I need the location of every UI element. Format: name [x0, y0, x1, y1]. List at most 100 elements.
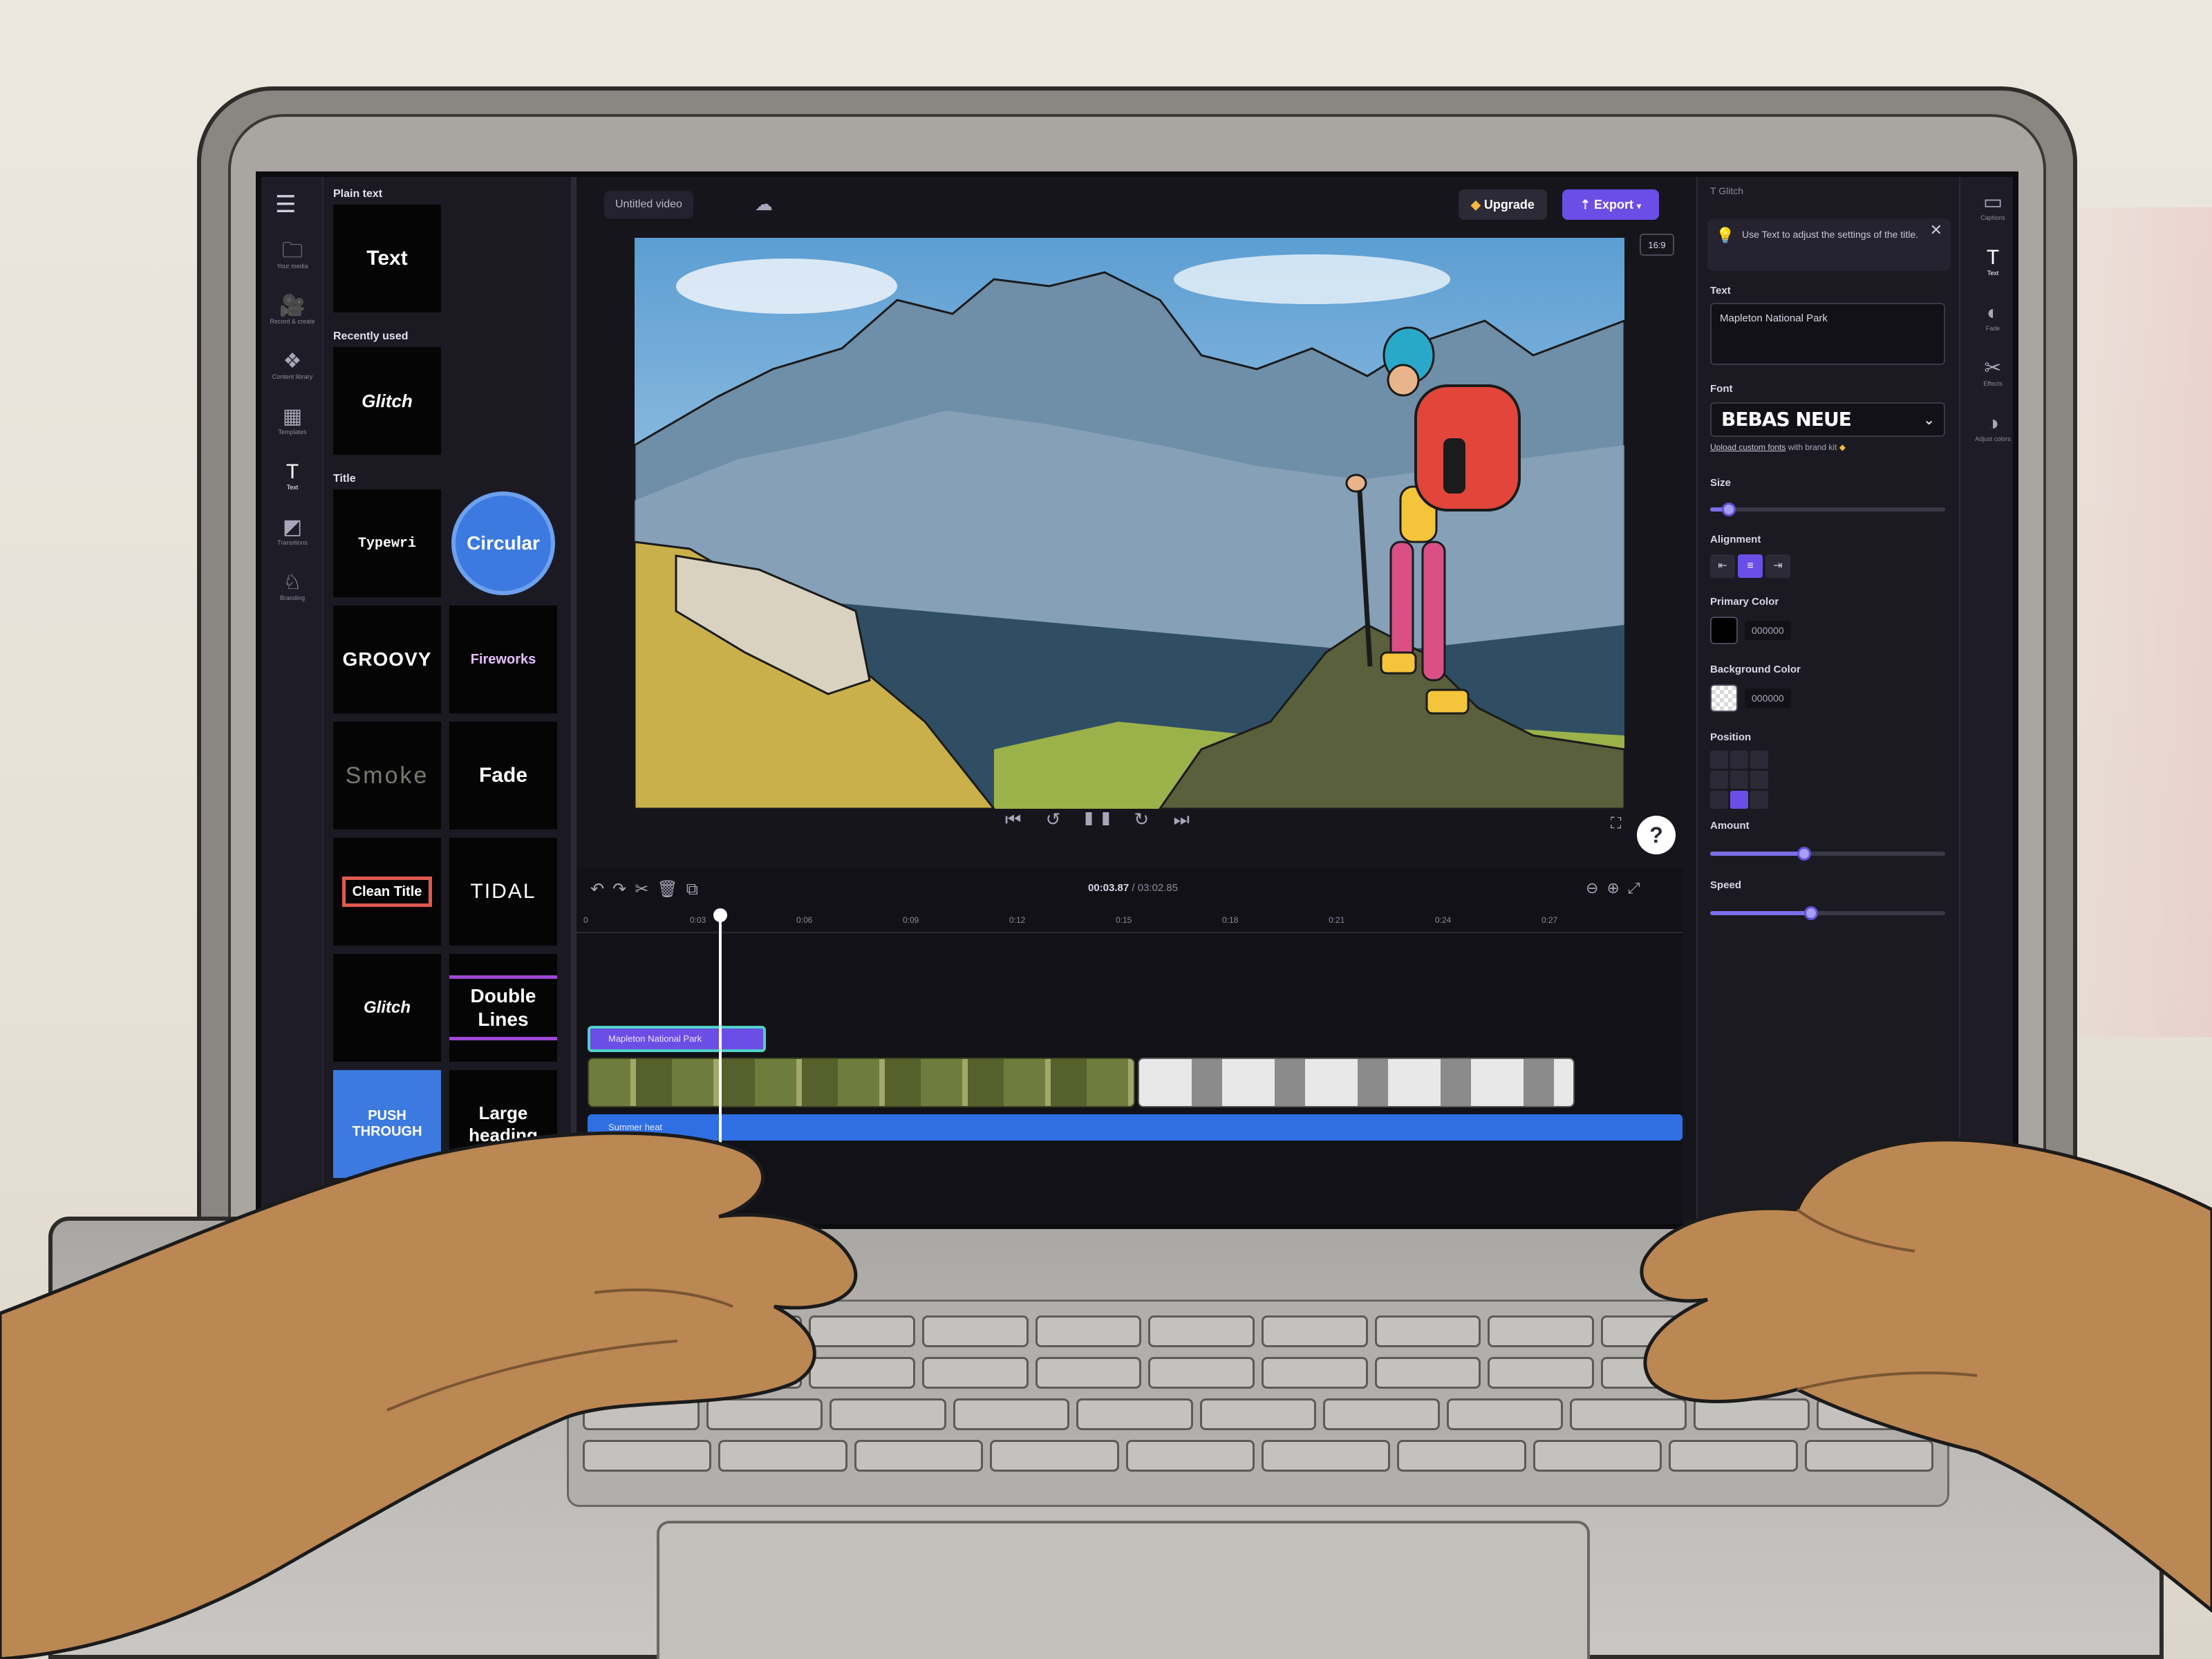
rail-item-text-props[interactable]: T Text [1969, 246, 2013, 277]
position-cell-selected[interactable] [1730, 791, 1748, 809]
section-heading-title: Title [333, 473, 356, 485]
title-tile-double-lines[interactable]: Double Lines [449, 954, 557, 1062]
ruler-tick: 0:06 [796, 915, 813, 925]
title-tile-groovy[interactable]: GROOVY [333, 606, 441, 713]
help-button[interactable]: ? [1637, 816, 1676, 854]
rail-item-content-library[interactable]: ❖ Content library [268, 350, 317, 381]
title-tile-circular[interactable]: Circular [449, 489, 557, 597]
rail-item-transitions[interactable]: ◩ Transitions [268, 516, 317, 547]
upgrade-label: Upgrade [1483, 198, 1535, 212]
title-tile-smoke[interactable]: Smoke [333, 722, 441, 830]
video-preview[interactable] [635, 238, 1624, 809]
text-label: Text [1710, 285, 1731, 297]
aspect-ratio-button[interactable]: 16:9 [1640, 234, 1674, 256]
rail-label: Content library [272, 373, 313, 380]
templates-icon: ▦ [282, 405, 303, 428]
rail-item-captions[interactable]: ▭ Captions [1969, 191, 2013, 222]
project-title[interactable]: Untitled video [604, 191, 693, 218]
alignment-label: Alignment [1710, 534, 1761, 545]
position-cell[interactable] [1750, 791, 1768, 809]
fit-icon[interactable]: ⤢ [1628, 879, 1649, 897]
position-cell[interactable] [1750, 751, 1768, 769]
delete-icon[interactable]: 🗑 [657, 880, 686, 899]
upgrade-button[interactable]: ◆ Upgrade [1459, 189, 1547, 220]
title-tile-fireworks[interactable]: Fireworks [449, 606, 557, 713]
position-cell[interactable] [1730, 771, 1748, 789]
zoom-out-icon[interactable]: ⊖ [1586, 879, 1606, 897]
rail-item-text[interactable]: T Text [268, 460, 317, 491]
rail-item-fade[interactable]: ◐ Fade [1969, 301, 2013, 332]
tile-label: Double Lines [449, 975, 557, 1040]
background-color-hex[interactable]: 000000 [1745, 688, 1791, 708]
text-tile-plain[interactable]: Text [333, 205, 441, 312]
title-tile-clean-title[interactable]: Clean Title [333, 838, 441, 946]
export-button[interactable]: ⇡ Export ▾ [1562, 189, 1659, 220]
tile-label: Glitch [363, 998, 411, 1017]
zoom-in-icon[interactable]: ⊕ [1606, 879, 1627, 897]
background-color-picker[interactable]: 000000 [1710, 684, 1791, 712]
amount-slider-knob[interactable] [1797, 847, 1811, 861]
playback-controls[interactable]: ⏮ ↺ ❚❚ ↻ ⏭ [1005, 809, 1199, 831]
duplicate-icon[interactable]: ⧉ [686, 880, 706, 899]
rail-item-effects[interactable]: ✂ Effects [1969, 357, 2013, 388]
rail-item-templates[interactable]: ▦ Templates [268, 405, 317, 436]
rail-item-branding[interactable]: ♘ Branding [268, 571, 317, 602]
rail-item-record[interactable]: 🎥 Record & create [268, 294, 317, 326]
text-clip[interactable]: Mapleton National Park [588, 1026, 766, 1052]
position-cell[interactable] [1750, 771, 1768, 789]
font-dropdown[interactable]: BEBAS NEUE ⌄ [1710, 402, 1945, 437]
top-bar: Untitled video ☁ ◆ Upgrade ⇡ Export ▾ [577, 177, 1676, 232]
align-left-button[interactable]: ⇤ [1710, 554, 1735, 578]
fade-icon: ◐ [1986, 301, 2000, 324]
rail-label: Record & create [270, 318, 315, 325]
speed-slider-knob[interactable] [1804, 906, 1819, 920]
rail-item-adjust-colors[interactable]: ◑ Adjust colors [1969, 412, 2013, 443]
video-clip-2[interactable] [1138, 1058, 1575, 1107]
title-tile-fade[interactable]: Fade [449, 722, 557, 830]
redo-icon[interactable]: ↷ [612, 880, 635, 899]
align-right-button[interactable]: ⇥ [1765, 554, 1790, 578]
position-cell[interactable] [1730, 751, 1748, 769]
title-text-input[interactable]: Mapleton National Park [1710, 303, 1945, 365]
time-ruler[interactable]: 0 0:03 0:06 0:09 0:12 0:15 0:18 0:21 0:2… [577, 910, 1683, 933]
library-icon: ❖ [283, 350, 302, 373]
undo-icon[interactable]: ↶ [590, 880, 612, 899]
font-label: Font [1710, 383, 1733, 395]
tile-label: Fireworks [470, 651, 536, 667]
title-tile-typewriter[interactable]: Typewri [333, 489, 441, 597]
text-icon: T [1986, 246, 2000, 269]
speed-slider-fill [1710, 911, 1812, 915]
primary-color-hex[interactable]: 000000 [1745, 621, 1791, 640]
library-scrollbar[interactable] [571, 177, 577, 1224]
position-cell[interactable] [1710, 751, 1728, 769]
left-hand [0, 1131, 858, 1659]
tip-banner: 💡 Use Text to adjust the settings of the… [1707, 218, 1951, 271]
title-tile-glitch[interactable]: Glitch [333, 954, 441, 1062]
align-center-button[interactable]: ≡ [1738, 554, 1763, 578]
video-clip-1[interactable] [588, 1058, 1135, 1107]
close-icon[interactable]: ✕ [1930, 223, 1942, 238]
background-color-swatch[interactable] [1710, 684, 1738, 712]
cloud-sync-icon[interactable]: ☁ [755, 194, 773, 215]
fullscreen-icon[interactable]: ⛶ [1611, 814, 1621, 832]
speed-slider[interactable] [1710, 906, 1945, 920]
position-cell[interactable] [1710, 791, 1728, 809]
split-icon[interactable]: ✂ [635, 880, 657, 899]
title-tile-tidal[interactable]: TIDAL [449, 838, 557, 946]
tile-label: Glitch [362, 390, 413, 411]
playhead-handle[interactable] [713, 908, 727, 922]
size-slider-knob[interactable] [1722, 503, 1736, 516]
size-slider[interactable] [1710, 503, 1945, 516]
primary-color-swatch[interactable] [1710, 617, 1738, 644]
text-tile-recent-glitch[interactable]: Glitch [333, 347, 441, 455]
hamburger-menu-icon[interactable]: ☰ [275, 191, 296, 218]
playhead[interactable] [719, 912, 722, 1150]
amount-slider[interactable] [1710, 847, 1945, 861]
rail-item-your-media[interactable]: 🗀 Your media [268, 239, 317, 270]
amount-label: Amount [1710, 820, 1750, 832]
upload-fonts-link[interactable]: Upload custom fonts [1710, 442, 1785, 452]
rail-label: Adjust colors [1975, 435, 2011, 442]
position-cell[interactable] [1710, 771, 1728, 789]
tile-label: Typewri [357, 535, 416, 552]
primary-color-picker[interactable]: 000000 [1710, 617, 1791, 644]
